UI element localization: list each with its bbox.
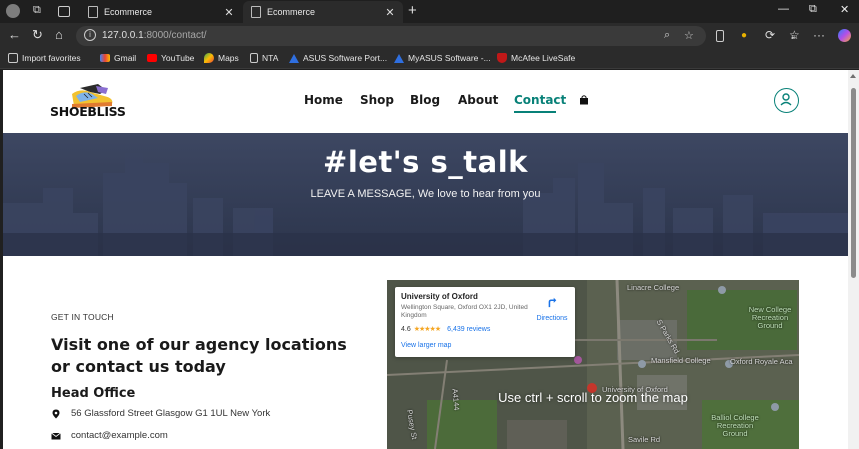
tab-actions-icon[interactable]: [58, 6, 70, 17]
page-viewport: SHOEBLISS Home Shop Blog About Contact #…: [3, 70, 848, 449]
bookmark-mcafee[interactable]: McAfee LiveSafe: [497, 53, 575, 63]
map-label-balliol: Balliol College Recreation Ground: [711, 413, 759, 438]
place-name: University of Oxford: [401, 292, 478, 301]
contact-heading: Visit one of our agency locations or con…: [51, 335, 347, 376]
profile-icon[interactable]: [6, 4, 20, 18]
hero-title: #let's s_talk: [323, 145, 528, 179]
rating-stars-icon: ★★★★★: [413, 326, 441, 333]
map-label-mansfield: Mansfield College: [651, 356, 711, 365]
place-rating: 4.6 ★★★★★ 6,439 reviews: [401, 325, 490, 334]
email-row: contact@example.com: [51, 430, 168, 441]
import-icon: [8, 53, 18, 63]
nav-contact[interactable]: Contact: [514, 93, 566, 107]
close-tab-icon[interactable]: ✕: [383, 6, 397, 19]
browser-toolbar: ← ↻ ⌂ i 127.0.0.1:8000/contact/ ⌕ ☆ ● ⟳ …: [0, 23, 859, 49]
tab-ecommerce-2[interactable]: Ecommerce ✕: [243, 1, 403, 23]
more-icon[interactable]: ···: [813, 28, 825, 42]
bookmark-maps[interactable]: Maps: [204, 53, 239, 63]
bookmark-youtube[interactable]: YouTube: [147, 53, 194, 63]
directions-icon: [548, 297, 557, 308]
map-label-oxford-royale: Oxford Royale Aca: [730, 357, 793, 366]
brand-name[interactable]: SHOEBLISS: [50, 104, 126, 119]
home-icon[interactable]: ⌂: [55, 28, 63, 42]
tab-strip: ⧉ Ecommerce ✕ Ecommerce ✕ + — ⧉ ✕: [0, 0, 859, 23]
directions-label: Directions: [536, 315, 568, 322]
map-label-new-college: New College Recreation Ground: [748, 305, 792, 330]
extension-lock-icon[interactable]: ●: [741, 30, 747, 41]
address-text: 56 Glassford Street Glasgow G1 1UL New Y…: [71, 408, 271, 419]
site-header: SHOEBLISS Home Shop Blog About Contact: [3, 70, 848, 133]
contact-eyebrow: GET IN TOUCH: [51, 312, 114, 322]
bookmark-nta[interactable]: NTA: [250, 53, 278, 63]
google-map-embed[interactable]: Linacre College New College Recreation G…: [387, 280, 799, 449]
address-row: 56 Glassford Street Glasgow G1 1UL New Y…: [51, 408, 270, 419]
place-info-card: University of Oxford Wellington Square, …: [395, 287, 575, 357]
user-icon: [780, 93, 792, 106]
map-label-linacre: Linacre College: [627, 283, 680, 292]
nav-blog[interactable]: Blog: [410, 93, 440, 107]
tab-title: Ecommerce: [104, 7, 153, 17]
bookmark-import-favorites[interactable]: Import favorites: [8, 53, 81, 63]
reviews-link[interactable]: 6,439 reviews: [447, 326, 490, 333]
scrollbar-thumb[interactable]: [851, 88, 856, 278]
reload-icon[interactable]: ↻: [32, 28, 43, 42]
shopping-bag-icon[interactable]: [579, 95, 589, 105]
bookmark-asus-portal[interactable]: ASUS Software Port...: [289, 53, 387, 63]
url-text[interactable]: 127.0.0.1:8000/contact/: [102, 30, 207, 41]
gmail-icon: [100, 54, 110, 62]
phone-icon[interactable]: [716, 30, 724, 42]
scroll-up-icon[interactable]: [850, 74, 856, 78]
workspaces-icon[interactable]: ⧉: [33, 4, 41, 17]
account-button[interactable]: [774, 88, 799, 113]
copilot-icon[interactable]: [838, 29, 851, 42]
bookmark-myasus[interactable]: MyASUS Software -...: [394, 53, 491, 63]
collections-icon[interactable]: ≡: [791, 33, 796, 42]
maps-icon: [204, 53, 214, 63]
bookmarks-bar: Import favorites Gmail YouTube Maps NTA …: [0, 49, 859, 69]
asus-icon: [394, 53, 404, 63]
favorite-star-icon[interactable]: ☆: [684, 29, 694, 42]
envelope-icon: [51, 432, 61, 439]
close-window-icon[interactable]: ✕: [840, 3, 849, 16]
document-icon: [250, 53, 258, 63]
place-address: Wellington Square, Oxford OX1 2JD, Unite…: [401, 304, 528, 319]
zoom-icon[interactable]: ⌕: [664, 29, 670, 42]
bookmark-gmail[interactable]: Gmail: [100, 53, 136, 63]
page-icon: [251, 6, 261, 18]
email-text: contact@example.com: [71, 430, 168, 441]
page-scrollbar[interactable]: [848, 70, 859, 449]
close-tab-icon[interactable]: ✕: [222, 6, 236, 19]
tab-title: Ecommerce: [267, 7, 316, 17]
hero-subtitle: LEAVE A MESSAGE, We love to hear from yo…: [310, 188, 541, 200]
rating-value: 4.6: [401, 325, 411, 333]
minimize-icon[interactable]: —: [778, 3, 789, 15]
site-info-icon[interactable]: i: [84, 29, 96, 41]
view-larger-map-link[interactable]: View larger map: [401, 342, 451, 349]
back-icon[interactable]: ←: [8, 28, 21, 42]
new-tab-icon[interactable]: +: [408, 2, 417, 19]
map-pin-icon: [52, 409, 60, 418]
extensions-icon[interactable]: ⟳: [765, 28, 775, 42]
page-icon: [88, 6, 98, 18]
nav-home[interactable]: Home: [304, 93, 343, 107]
restore-icon[interactable]: ⧉: [809, 3, 817, 16]
mcafee-icon: [497, 53, 507, 63]
map-zoom-hint: Use ctrl + scroll to zoom the map: [498, 390, 688, 405]
asus-icon: [289, 53, 299, 63]
browser-window: ⧉ Ecommerce ✕ Ecommerce ✕ + — ⧉ ✕ ← ↻ ⌂ …: [0, 0, 859, 449]
nav-shop[interactable]: Shop: [360, 93, 394, 107]
map-label-savile: Savile Rd: [628, 435, 661, 444]
nav-about[interactable]: About: [458, 93, 498, 107]
tab-ecommerce-1[interactable]: Ecommerce ✕: [80, 1, 242, 23]
office-title: Head Office: [51, 386, 136, 401]
youtube-icon: [147, 54, 157, 62]
directions-button[interactable]: Directions: [535, 295, 569, 322]
nav-active-underline: [514, 111, 556, 113]
address-bar[interactable]: i 127.0.0.1:8000/contact/ ⌕ ☆: [76, 26, 706, 46]
hero-banner: #let's s_talk LEAVE A MESSAGE, We love t…: [3, 133, 848, 256]
